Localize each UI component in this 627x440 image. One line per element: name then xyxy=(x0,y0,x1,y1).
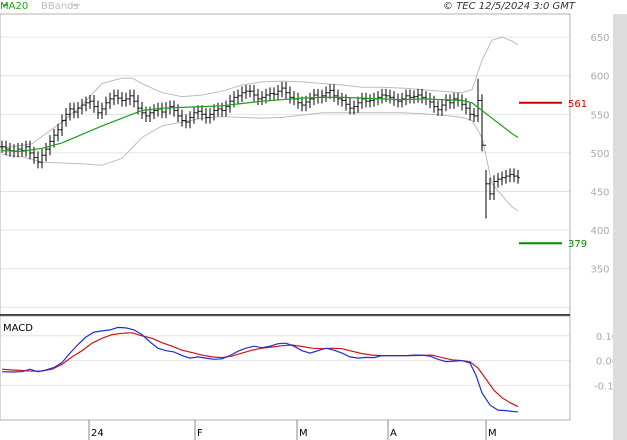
time-tick-label: M xyxy=(299,428,308,439)
price-tick-label: 500 xyxy=(590,149,609,160)
background xyxy=(0,0,627,440)
price-tick-label: 600 xyxy=(590,72,609,83)
time-tick-label: 24 xyxy=(91,428,104,439)
price-tick-label: 450 xyxy=(590,188,609,199)
price-tick-label: 650 xyxy=(590,33,609,44)
resistance-level-label: 561 xyxy=(568,99,587,110)
time-tick-label: M xyxy=(488,428,497,439)
ma-legend-label: MA20 xyxy=(0,1,28,12)
price-tick-label: 400 xyxy=(590,226,609,237)
copyright-text: © TEC 12/5/2024 3:0 GMT xyxy=(443,1,576,12)
right-axis-strip xyxy=(613,14,627,440)
price-tick-label: 550 xyxy=(590,110,609,121)
support-level-label: 379 xyxy=(568,239,587,250)
time-tick-label: F xyxy=(197,428,203,439)
macd-title: MACD xyxy=(3,323,33,334)
price-tick-label: 350 xyxy=(590,265,609,276)
bbands-legend-label: BBands xyxy=(41,1,79,12)
time-tick-label: A xyxy=(390,428,397,439)
stock-chart: MA20 BBands © TEC 12/5/2024 3:0 GMT 650 6… xyxy=(0,0,627,440)
